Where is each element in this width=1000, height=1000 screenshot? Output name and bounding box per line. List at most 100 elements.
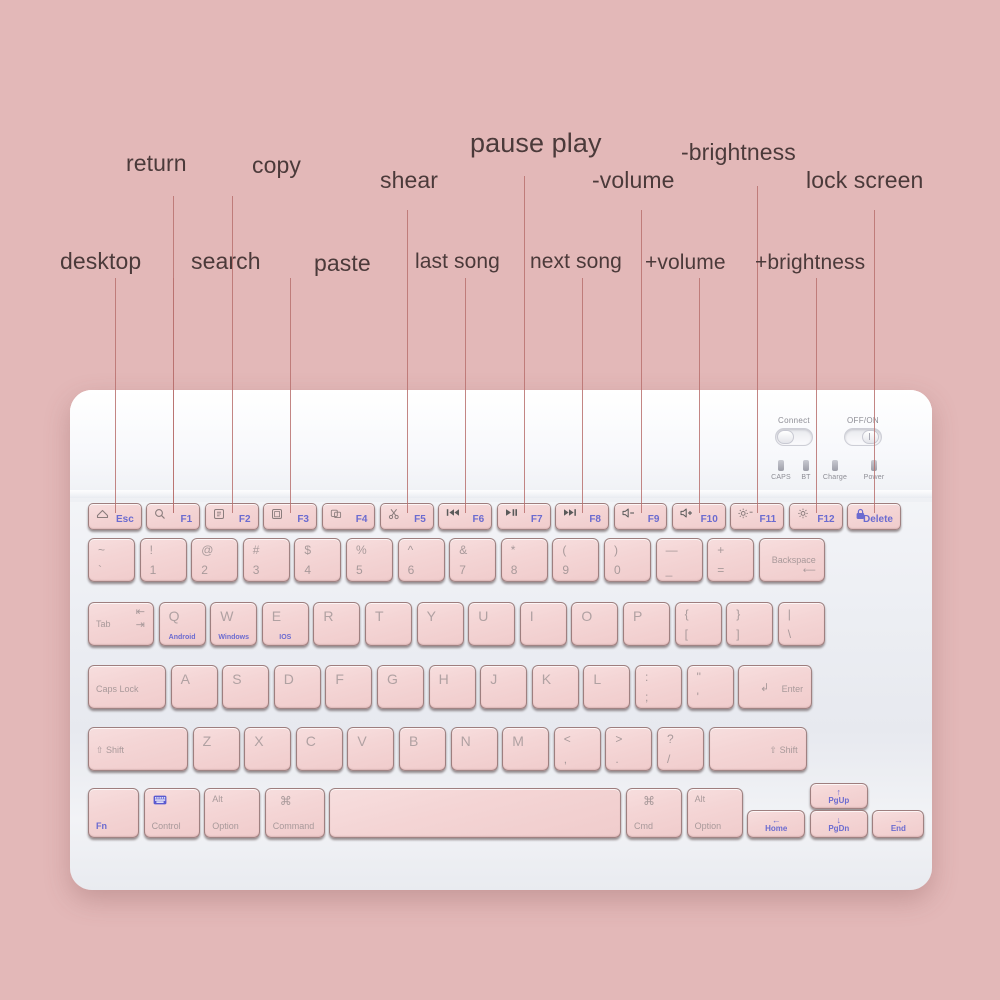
- key-shift[interactable]: ⇧ Shift: [88, 727, 188, 771]
- key-option-left[interactable]: Alt Option: [204, 788, 261, 838]
- key-y[interactable]: Y: [416, 602, 464, 646]
- key-5[interactable]: % 5: [346, 538, 393, 582]
- key-z[interactable]: Z: [192, 727, 240, 771]
- key-q[interactable]: Q Android: [158, 602, 206, 646]
- brightness-up-icon: [797, 508, 810, 519]
- key-f3[interactable]: F3: [263, 503, 317, 530]
- key-k[interactable]: K: [531, 665, 579, 709]
- key-end[interactable]: → End: [872, 810, 925, 838]
- key-f8[interactable]: F8: [555, 503, 609, 530]
- end-label: End: [890, 824, 906, 833]
- annotation-copy: copy: [252, 152, 301, 178]
- key-shift-right[interactable]: ⇧ Shift: [708, 727, 807, 771]
- connect-switch[interactable]: [775, 428, 813, 446]
- key-7[interactable]: & 7: [449, 538, 497, 582]
- key-a[interactable]: A: [170, 665, 218, 709]
- key-backspace[interactable]: Backspace ⟵: [758, 538, 825, 582]
- annotation-shear: shear: [380, 167, 439, 193]
- key-key[interactable]: ? /: [657, 727, 704, 771]
- key-key[interactable]: + =: [707, 538, 755, 582]
- power-control[interactable]: OFF/ON: [832, 416, 894, 446]
- key-h[interactable]: H: [428, 665, 476, 709]
- key-g[interactable]: G: [377, 665, 424, 709]
- key-command[interactable]: ⌘ Command: [264, 788, 325, 838]
- key-f[interactable]: F: [325, 665, 373, 709]
- key-f11[interactable]: F11: [730, 503, 785, 530]
- key-c[interactable]: C: [295, 727, 343, 771]
- key-3[interactable]: #3: [242, 538, 290, 582]
- led-bt-label: BT: [801, 474, 811, 481]
- key-f2[interactable]: F2: [204, 503, 259, 530]
- key-key[interactable]: {[: [674, 602, 722, 646]
- key-key[interactable]: " ': [686, 665, 734, 709]
- control-label: Control: [151, 821, 181, 831]
- key-e[interactable]: E IOS: [261, 602, 309, 646]
- key-v[interactable]: V: [347, 727, 395, 771]
- key-option-right[interactable]: Alt Option: [686, 788, 743, 838]
- key-home[interactable]: ← Home: [747, 810, 806, 838]
- key-cmd-right[interactable]: ⌘ Cmd: [626, 788, 682, 838]
- connect-switch-knob: [777, 430, 794, 444]
- connect-control[interactable]: Connect: [764, 416, 824, 446]
- key-t[interactable]: T: [365, 602, 412, 646]
- key-key[interactable]: :;: [635, 665, 682, 709]
- key-space[interactable]: [329, 788, 622, 838]
- key-key[interactable]: — _: [655, 538, 703, 582]
- key-o[interactable]: O: [571, 602, 619, 646]
- key-key[interactable]: | \: [777, 602, 825, 646]
- key-legend-top: ": [696, 670, 701, 684]
- key-legend-bottom: /: [667, 752, 671, 766]
- key-u[interactable]: U: [468, 602, 516, 646]
- key-key[interactable]: <,: [553, 727, 601, 771]
- key-l[interactable]: L: [583, 665, 631, 709]
- key-d[interactable]: D: [273, 665, 321, 709]
- fn-key-label: F5: [414, 514, 426, 525]
- key-n[interactable]: N: [450, 727, 498, 771]
- key-f7[interactable]: F7: [496, 503, 551, 530]
- key-4[interactable]: $4: [294, 538, 342, 582]
- key-legend-top: !: [149, 543, 153, 557]
- key-delete[interactable]: Delete: [847, 503, 901, 530]
- key-9[interactable]: (9: [552, 538, 600, 582]
- key-pgdn[interactable]: ↓ PgDn: [809, 810, 868, 838]
- key-key[interactable]: ~ `: [88, 538, 135, 582]
- key-esc[interactable]: Esc: [88, 503, 142, 530]
- key-f9[interactable]: F9: [613, 503, 668, 530]
- key-control[interactable]: Control: [143, 788, 200, 838]
- key-s[interactable]: S: [222, 665, 270, 709]
- key-x[interactable]: X: [244, 727, 292, 771]
- key-f5[interactable]: F5: [380, 503, 434, 530]
- key-j[interactable]: J: [480, 665, 528, 709]
- power-switch[interactable]: [844, 428, 882, 446]
- key-w[interactable]: W Windows: [210, 602, 258, 646]
- key-r[interactable]: R: [313, 602, 361, 646]
- key-i[interactable]: I: [519, 602, 567, 646]
- key-tab[interactable]: Tab ⇤ ⇥: [88, 602, 154, 646]
- key-letter: B: [409, 733, 419, 749]
- key-f4[interactable]: F4: [321, 503, 376, 530]
- key-key[interactable]: }]: [726, 602, 774, 646]
- key-m[interactable]: M: [502, 727, 550, 771]
- key-legend-bottom: 1: [149, 563, 157, 577]
- key-f10[interactable]: F10: [672, 503, 726, 530]
- tab-arrows-icon: ⇤ ⇥: [135, 606, 145, 631]
- key-fn[interactable]: Fn: [88, 788, 139, 838]
- key-1[interactable]: ! 1: [139, 538, 187, 582]
- key-f12[interactable]: F12: [788, 503, 843, 530]
- key-caps-lock[interactable]: Caps Lock: [88, 665, 166, 709]
- led-bt: BT: [798, 460, 814, 481]
- key-f1[interactable]: F1: [146, 503, 201, 530]
- key-legend-bottom: 6: [407, 563, 415, 577]
- key-2[interactable]: @2: [191, 538, 239, 582]
- key-8[interactable]: * 8: [500, 538, 548, 582]
- fn-key-label: F12: [817, 514, 835, 525]
- key-6[interactable]: ^ 6: [397, 538, 445, 582]
- key-enter[interactable]: Enter ↲: [738, 665, 813, 709]
- key-0[interactable]: ) 0: [604, 538, 651, 582]
- shear-icon: [330, 508, 343, 520]
- key-p[interactable]: P: [623, 602, 670, 646]
- key-key[interactable]: >.: [605, 727, 653, 771]
- key-f6[interactable]: F6: [438, 503, 493, 530]
- key-b[interactable]: B: [399, 727, 446, 771]
- key-pgup[interactable]: ↑ PgUp: [809, 783, 868, 809]
